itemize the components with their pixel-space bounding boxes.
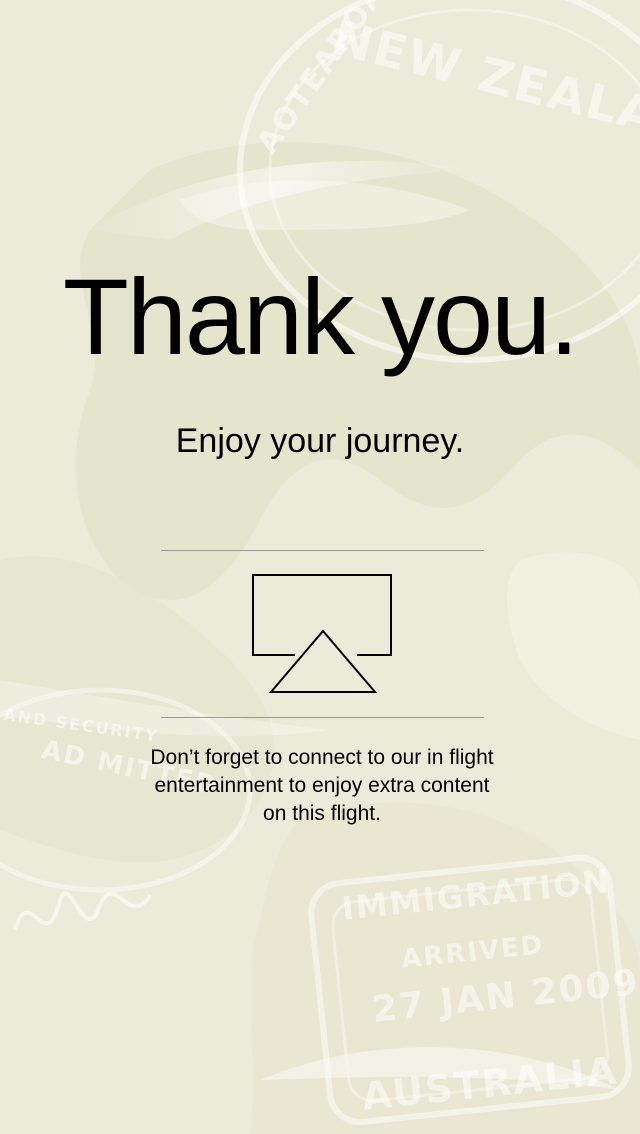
- divider-top: [161, 550, 484, 551]
- entertainment-message: Don’t forget to connect to our in flight…: [150, 746, 494, 825]
- page-subtitle: Enjoy your journey.: [175, 422, 465, 460]
- page-title: Thank you.: [62, 256, 579, 377]
- airplay-icon[interactable]: [248, 570, 398, 698]
- thank-you-screen: Thank you. Enjoy your journey. Don’t for…: [0, 0, 640, 1134]
- divider-bottom: [161, 717, 484, 718]
